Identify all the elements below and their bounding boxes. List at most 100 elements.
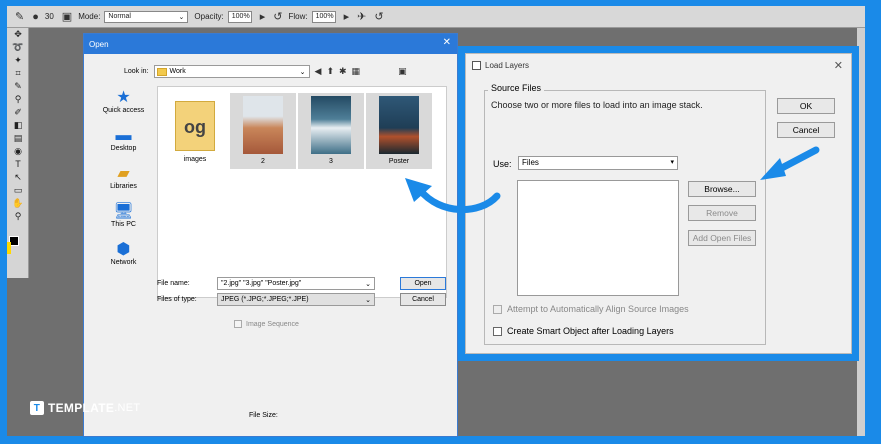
file-list: og images 2 3 Poster xyxy=(157,86,447,298)
open-button[interactable]: Open xyxy=(400,277,446,290)
lasso-tool-icon[interactable]: ➰ xyxy=(7,41,29,54)
pressure-opacity-icon[interactable]: ↺ xyxy=(273,10,282,23)
file-type-label: Files of type: xyxy=(157,296,197,303)
mode-select[interactable]: Normal ⌄ xyxy=(104,10,189,23)
mode-label: Mode: xyxy=(78,12,101,21)
brush-size: 30 xyxy=(44,12,54,21)
open-dialog: Open ✕ Look in: Work ⌄ ◀ ⬆ ✱ ▦ ▣ ★ Quick… xyxy=(83,33,458,437)
use-select[interactable]: Files ▾ xyxy=(518,156,678,170)
file-name-input[interactable]: "2.jpg" "3.jpg" "Poster.jpg" ⌄ xyxy=(217,277,375,290)
toolbox: ✥ ➰ ✦ ⌗ ✎ ⚲ ✐ ◧ ▤ ◉ T ↖ ▭ ✋ ⚲ xyxy=(7,28,29,278)
flow-label: Flow: xyxy=(288,12,308,21)
file-item-images[interactable]: og images xyxy=(162,93,228,169)
smart-object-option: Create Smart Object after Loading Layers xyxy=(493,326,674,336)
move-tool-icon[interactable]: ✥ xyxy=(7,28,29,41)
look-in-label: Look in: xyxy=(124,68,149,75)
place-this-pc[interactable]: 🖥 This PC xyxy=(92,200,155,238)
chevron-down-icon: ⌄ xyxy=(365,296,371,304)
stamp-tool-icon[interactable]: ⚲ xyxy=(7,93,29,106)
star-icon: ★ xyxy=(116,89,131,106)
blur-tool-icon[interactable]: ◉ xyxy=(7,145,29,158)
look-in-row: Look in: Work ⌄ ◀ ⬆ ✱ ▦ ▣ xyxy=(124,65,407,78)
up-folder-icon[interactable]: ⬆ xyxy=(326,66,334,77)
zoom-tool-icon[interactable]: ⚲ xyxy=(7,210,29,223)
place-desktop[interactable]: ▬ Desktop xyxy=(92,124,155,162)
smart-object-checkbox[interactable] xyxy=(493,326,502,336)
browse-button[interactable]: Browse... xyxy=(688,181,756,197)
view-menu-icon[interactable]: ▦ xyxy=(352,66,361,77)
align-checkbox[interactable] xyxy=(493,304,502,314)
crop-tool-icon[interactable]: ⌗ xyxy=(7,67,29,80)
back-icon[interactable]: ◀ xyxy=(315,66,322,77)
type-tool-icon[interactable]: T xyxy=(7,158,29,171)
flow-arrow-icon[interactable]: ▸ xyxy=(344,10,350,23)
chevron-down-icon: ⌄ xyxy=(365,280,371,288)
image-sequence-checkbox[interactable] xyxy=(234,320,242,328)
ok-button[interactable]: OK xyxy=(777,98,835,114)
file-name-row: File name: "2.jpg" "3.jpg" "Poster.jpg" … xyxy=(157,277,375,290)
preview-folder-icon[interactable]: ▣ xyxy=(398,66,407,77)
open-dialog-titlebar: Open ✕ xyxy=(84,34,457,54)
gradient-tool-icon[interactable]: ▤ xyxy=(7,132,29,145)
folder-icon: og xyxy=(175,101,215,151)
hand-tool-icon[interactable]: ✋ xyxy=(7,197,29,210)
brush-panel-icon[interactable]: ▣ xyxy=(62,10,72,23)
image-thumbnail xyxy=(243,96,283,154)
file-type-row: Files of type: JPEG (*.JPG;*.JPEG;*.JPE)… xyxy=(157,293,375,306)
app-icon xyxy=(472,60,481,70)
instruction-text: Choose two or more files to load into an… xyxy=(491,100,703,110)
desktop-icon: ▬ xyxy=(115,127,132,144)
opacity-arrow-icon[interactable]: ▸ xyxy=(260,10,266,23)
options-bar: ✎ ● 30 ▣ Mode: Normal ⌄ Opacity: 100% ▸ ↺… xyxy=(7,6,865,28)
load-layers-highlight: Load Layers ✕ Source Files Choose two or… xyxy=(458,46,859,361)
place-quick-access[interactable]: ★ Quick access xyxy=(92,86,155,124)
chevron-down-icon: ⌄ xyxy=(299,68,306,76)
background-color-swatch[interactable] xyxy=(7,242,11,254)
folder-icon xyxy=(156,67,167,76)
airbrush-icon[interactable]: ✈ xyxy=(357,10,366,23)
file-item-2[interactable]: 2 xyxy=(230,93,296,169)
close-icon[interactable]: ✕ xyxy=(834,59,843,72)
brush-tool-icon[interactable]: ✎ xyxy=(15,10,24,23)
history-brush-icon[interactable]: ✐ xyxy=(7,106,29,119)
file-item-poster[interactable]: Poster xyxy=(366,93,432,169)
place-libraries[interactable]: ▰ Libraries xyxy=(92,162,155,200)
chevron-down-icon: ▾ xyxy=(670,159,674,166)
path-tool-icon[interactable]: ↖ xyxy=(7,171,29,184)
image-sequence-option: Image Sequence xyxy=(234,320,299,328)
pressure-size-icon[interactable]: ↺ xyxy=(374,10,383,23)
file-listbox[interactable] xyxy=(517,180,679,296)
brush-tool-icon[interactable]: ✎ xyxy=(7,80,29,93)
align-option: Attempt to Automatically Align Source Im… xyxy=(493,304,689,314)
file-type-select[interactable]: JPEG (*.JPG;*.JPEG;*.JPE) ⌄ xyxy=(217,293,375,306)
image-thumbnail xyxy=(379,96,419,154)
new-folder-icon[interactable]: ✱ xyxy=(339,66,347,77)
remove-button[interactable]: Remove xyxy=(688,205,756,221)
places-bar: ★ Quick access ▬ Desktop ▰ Libraries 🖥 T… xyxy=(92,86,155,306)
eraser-tool-icon[interactable]: ◧ xyxy=(7,119,29,132)
cancel-button[interactable]: Cancel xyxy=(777,122,835,138)
look-in-select[interactable]: Work ⌄ xyxy=(153,65,310,78)
template-logo-icon: T xyxy=(30,401,44,415)
file-size-label: File Size: xyxy=(249,412,278,419)
libraries-icon: ▰ xyxy=(117,165,130,182)
use-label: Use: xyxy=(493,159,512,169)
add-open-files-button[interactable]: Add Open Files xyxy=(688,230,756,246)
opacity-label: Opacity: xyxy=(194,12,224,21)
shape-tool-icon[interactable]: ▭ xyxy=(7,184,29,197)
file-item-3[interactable]: 3 xyxy=(298,93,364,169)
pc-icon: 🖥 xyxy=(113,203,134,220)
file-name-label: File name: xyxy=(157,280,190,287)
template-logo: T TEMPLATE .NET xyxy=(30,401,140,415)
opacity-input[interactable]: 100% xyxy=(227,10,252,23)
cancel-button[interactable]: Cancel xyxy=(400,293,446,306)
flow-input[interactable]: 100% xyxy=(311,10,336,23)
load-layers-dialog: Load Layers ✕ Source Files Choose two or… xyxy=(465,53,852,354)
brush-preset-icon[interactable]: ● xyxy=(32,11,39,23)
look-in-value: Work xyxy=(169,68,186,75)
place-network[interactable]: ⬢ Network xyxy=(92,238,155,276)
wand-tool-icon[interactable]: ✦ xyxy=(7,54,29,67)
load-layers-titlebar: Load Layers ✕ xyxy=(466,54,851,76)
source-files-label: Source Files xyxy=(488,83,545,93)
close-icon[interactable]: ✕ xyxy=(443,37,451,48)
